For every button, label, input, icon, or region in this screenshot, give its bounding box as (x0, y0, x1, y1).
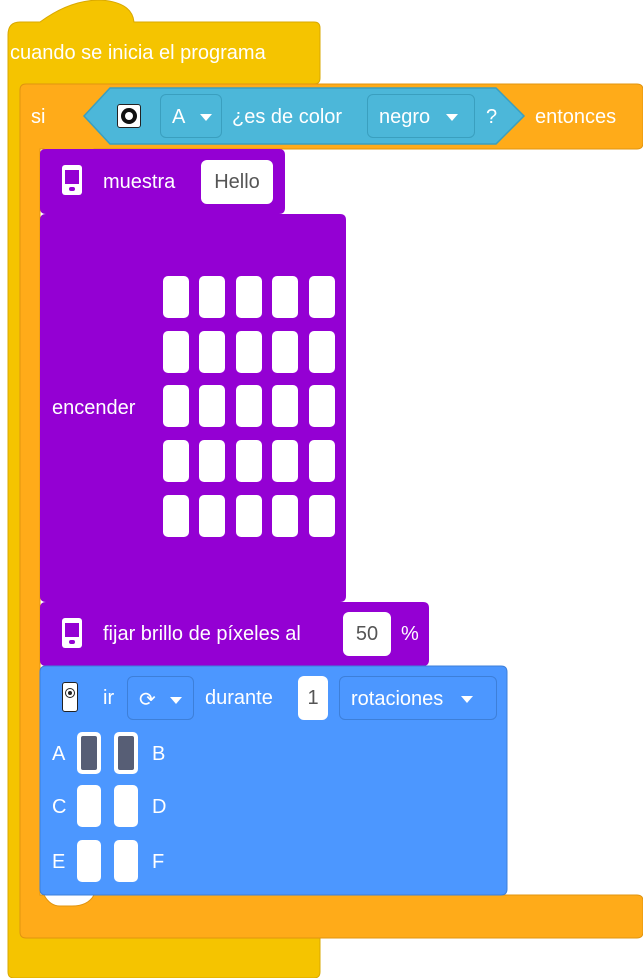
port-toggle-e[interactable] (77, 840, 101, 882)
port-label-e: E (52, 851, 66, 873)
pixel[interactable] (236, 495, 262, 537)
brightness-input[interactable]: 50 (343, 612, 391, 656)
pixel[interactable] (272, 495, 298, 537)
port-label-d: D (152, 796, 167, 818)
port-toggle-d[interactable] (114, 785, 138, 827)
rotate-clockwise-icon: ⟳ (139, 687, 156, 711)
pixel[interactable] (309, 276, 335, 318)
pixel[interactable] (199, 495, 225, 537)
chevron-down-icon (170, 697, 183, 705)
direction-dropdown[interactable]: ⟳ (127, 676, 194, 720)
hat-label: cuando se inicia el programa (10, 42, 266, 64)
pixel[interactable] (199, 331, 225, 373)
port-toggle-c[interactable] (77, 785, 101, 827)
light-matrix-icon (62, 165, 82, 195)
port-label-c: C (52, 796, 67, 818)
pixel[interactable] (199, 385, 225, 427)
chevron-down-icon (199, 114, 212, 122)
pixel[interactable] (199, 276, 225, 318)
pixel[interactable] (163, 385, 189, 427)
pixel[interactable] (163, 495, 189, 537)
color-value: negro (379, 106, 431, 128)
brightness-unit-label: % (401, 623, 419, 645)
sensor-port-value: A (172, 106, 185, 128)
pixel[interactable] (309, 495, 335, 537)
pixel[interactable] (272, 440, 298, 482)
brightness-label: fijar brillo de píxeles al (103, 623, 301, 645)
question-mark-label: ? (486, 106, 498, 128)
motor-icon (62, 682, 78, 712)
color-dropdown[interactable]: negro (367, 94, 475, 138)
pixel[interactable] (199, 440, 225, 482)
pixel[interactable] (236, 276, 262, 318)
display-text-input[interactable]: Hello (201, 160, 273, 204)
pixel[interactable] (272, 331, 298, 373)
port-toggle-f[interactable] (114, 840, 138, 882)
motor-during-label: durante (205, 687, 273, 709)
port-label-f: F (152, 851, 165, 873)
pixel[interactable] (309, 440, 335, 482)
blocks-canvas (7, 0, 643, 978)
motor-go-label: ir (103, 687, 115, 709)
pixel[interactable] (272, 385, 298, 427)
motor-unit-dropdown[interactable]: rotaciones (339, 676, 497, 720)
pixel[interactable] (163, 331, 189, 373)
pixel[interactable] (236, 331, 262, 373)
motor-amount-input[interactable]: 1 (298, 676, 328, 720)
chevron-down-icon (445, 114, 458, 122)
pixel[interactable] (163, 440, 189, 482)
pixel[interactable] (309, 385, 335, 427)
pixel[interactable] (163, 276, 189, 318)
port-toggle-a[interactable] (77, 732, 101, 774)
port-label-a: A (52, 743, 66, 765)
motor-unit-value: rotaciones (351, 688, 444, 710)
pixel[interactable] (272, 276, 298, 318)
pixel[interactable] (236, 385, 262, 427)
color-sensor-icon (117, 104, 141, 128)
chevron-down-icon (460, 696, 473, 704)
display-text-label: muestra (103, 171, 176, 193)
color-question-label: ¿es de color (232, 106, 343, 128)
if-prefix-label: si (31, 106, 46, 128)
port-label-b: B (152, 743, 166, 765)
if-suffix-label: entonces (535, 106, 617, 128)
port-toggle-b[interactable] (114, 732, 138, 774)
pixel[interactable] (309, 331, 335, 373)
light-matrix-label: encender (52, 397, 136, 419)
light-matrix-icon (62, 618, 82, 648)
pixel[interactable] (236, 440, 262, 482)
sensor-port-dropdown[interactable]: A (160, 94, 222, 138)
